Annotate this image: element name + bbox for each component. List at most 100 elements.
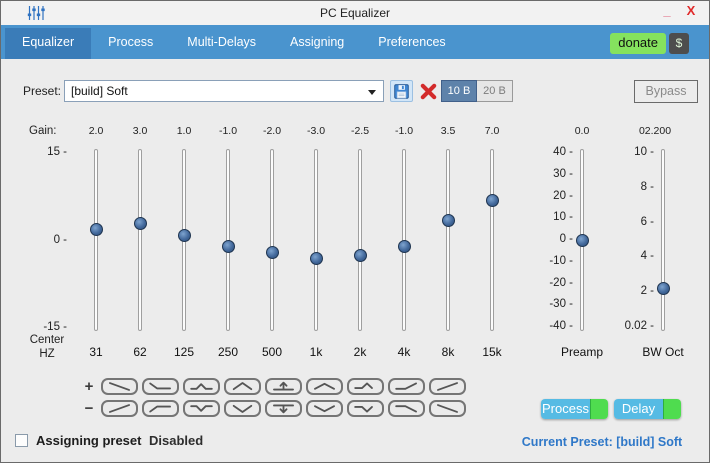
minus-row-label: − <box>81 400 97 417</box>
band-gain-31: 2.0 <box>74 125 118 137</box>
shape-minus-up-then-flat-button[interactable] <box>142 400 179 417</box>
band-slider-track-2k[interactable] <box>358 149 362 331</box>
preamp-tick--10: -10 <box>533 255 573 267</box>
preset-combobox[interactable]: [build] Soft <box>64 80 384 102</box>
peak-icon <box>226 380 259 393</box>
up-then-flat-icon <box>144 402 177 415</box>
band-slider-thumb-2k[interactable] <box>354 249 367 262</box>
delay-button[interactable]: Delay <box>614 399 681 419</box>
delay-button-green-segment <box>663 399 681 419</box>
shape-minus-down-slope-button[interactable] <box>429 400 466 417</box>
donate-button[interactable]: donate <box>610 33 666 54</box>
band-slider-thumb-1k[interactable] <box>310 252 323 265</box>
delay-button-label: Delay <box>614 399 663 419</box>
band-toggle-10b[interactable]: 10 B <box>441 80 477 102</box>
chevron-down-icon[interactable] <box>368 90 376 95</box>
bw-oct-slider-thumb[interactable] <box>657 282 670 295</box>
process-button-label: Process <box>541 399 590 419</box>
tab-multi-delays[interactable]: Multi-Delays <box>170 28 273 59</box>
bw-oct-tick-10: 10 <box>614 146 654 158</box>
band-gain-500: -2.0 <box>250 125 294 137</box>
bw-oct-tick-6: 6 <box>614 216 654 228</box>
save-preset-button[interactable] <box>390 80 413 102</box>
assigning-preset-checkbox[interactable] <box>15 434 28 447</box>
band-gain-15k: 7.0 <box>470 125 514 137</box>
preamp-tick-30: 30 <box>533 168 573 180</box>
shape-plus-mid-peak-button[interactable] <box>183 378 220 395</box>
shape-plus-peak-button[interactable] <box>224 378 261 395</box>
band-slider-thumb-250[interactable] <box>222 240 235 253</box>
preamp-slider-thumb[interactable] <box>576 234 589 247</box>
preamp-tick-0: 0 <box>533 233 573 245</box>
flat-then-up-icon <box>390 380 423 393</box>
dollar-button[interactable]: $ <box>669 33 689 54</box>
preset-combobox-value: [build] Soft <box>71 84 128 98</box>
shape-minus-mid-dip-button[interactable] <box>183 400 220 417</box>
band-toggle-20b[interactable]: 20 B <box>477 80 513 102</box>
band-slider-thumb-125[interactable] <box>178 229 191 242</box>
band-slider-thumb-8k[interactable] <box>442 214 455 227</box>
preamp-value: 0.0 <box>552 125 612 137</box>
delete-preset-button[interactable] <box>417 80 440 102</box>
tab-process[interactable]: Process <box>91 28 170 59</box>
band-slider-thumb-62[interactable] <box>134 217 147 230</box>
pc-equalizer-window: PC Equalizer _ X EqualizerProcessMulti-D… <box>0 0 710 463</box>
bw-oct-slider-track[interactable] <box>661 149 665 331</box>
tab-preferences[interactable]: Preferences <box>361 28 462 59</box>
assigning-preset-label: Assigning preset <box>36 433 141 448</box>
gain-label: Gain: <box>29 125 57 137</box>
band-slider-thumb-4k[interactable] <box>398 240 411 253</box>
center-hz-label-line2: HZ <box>27 348 67 360</box>
shape-plus-down-then-flat-button[interactable] <box>142 378 179 395</box>
shape-minus-flat-then-down-button[interactable] <box>388 400 425 417</box>
process-button-green-segment <box>590 399 608 419</box>
preamp-tick-20: 20 <box>533 190 573 202</box>
mid-dip-icon <box>185 402 218 415</box>
band-freq-250: 250 <box>206 345 250 359</box>
band-gain-62: 3.0 <box>118 125 162 137</box>
band-gain-8k: 3.5 <box>426 125 470 137</box>
red-x-icon <box>419 82 438 101</box>
raise-all-icon <box>267 380 300 393</box>
shape-plus-up-slope-button[interactable] <box>429 378 466 395</box>
band-slider-track-15k[interactable] <box>490 149 494 331</box>
minimize-button[interactable]: _ <box>657 1 677 23</box>
band-slider-thumb-15k[interactable] <box>486 194 499 207</box>
shape-plus-flat-then-up-button[interactable] <box>388 378 425 395</box>
band-slider-track-62[interactable] <box>138 149 142 331</box>
bypass-button[interactable]: Bypass <box>634 80 698 103</box>
shape-plus-right-peak-button[interactable] <box>347 378 384 395</box>
shape-minus-dip-button[interactable] <box>224 400 261 417</box>
band-slider-thumb-31[interactable] <box>90 223 103 236</box>
band-gain-250: -1.0 <box>206 125 250 137</box>
band-slider-track-31[interactable] <box>94 149 98 331</box>
process-button[interactable]: Process <box>541 399 608 419</box>
band-freq-4k: 4k <box>382 345 426 359</box>
nav-tabs: EqualizerProcessMulti-DelaysAssigningPre… <box>1 25 709 59</box>
shape-minus-right-dip-button[interactable] <box>347 400 384 417</box>
down-slope-icon <box>103 380 136 393</box>
shape-minus-wide-dip-button[interactable] <box>306 400 343 417</box>
band-freq-500: 500 <box>250 345 294 359</box>
band-slider-track-1k[interactable] <box>314 149 318 331</box>
right-peak-icon <box>349 380 382 393</box>
band-slider-track-8k[interactable] <box>446 149 450 331</box>
floppy-disk-icon <box>393 83 410 100</box>
band-slider-track-500[interactable] <box>270 149 274 331</box>
right-dip-icon <box>349 402 382 415</box>
shape-plus-down-slope-button[interactable] <box>101 378 138 395</box>
band-freq-1k: 1k <box>294 345 338 359</box>
preamp-tick--20: -20 <box>533 277 573 289</box>
shape-minus-up-slope-button[interactable] <box>101 400 138 417</box>
band-freq-8k: 8k <box>426 345 470 359</box>
shape-plus-wide-peak-button[interactable] <box>306 378 343 395</box>
tab-equalizer[interactable]: Equalizer <box>5 28 91 59</box>
preamp-tick--30: -30 <box>533 298 573 310</box>
shape-plus-raise-all-button[interactable] <box>265 378 302 395</box>
band-slider-thumb-500[interactable] <box>266 246 279 259</box>
shape-minus-lower-all-button[interactable] <box>265 400 302 417</box>
nav-bar: EqualizerProcessMulti-DelaysAssigningPre… <box>1 25 709 59</box>
current-preset-text: Current Preset: [build] Soft <box>496 435 708 449</box>
close-button[interactable]: X <box>681 1 701 23</box>
tab-assigning[interactable]: Assigning <box>273 28 361 59</box>
